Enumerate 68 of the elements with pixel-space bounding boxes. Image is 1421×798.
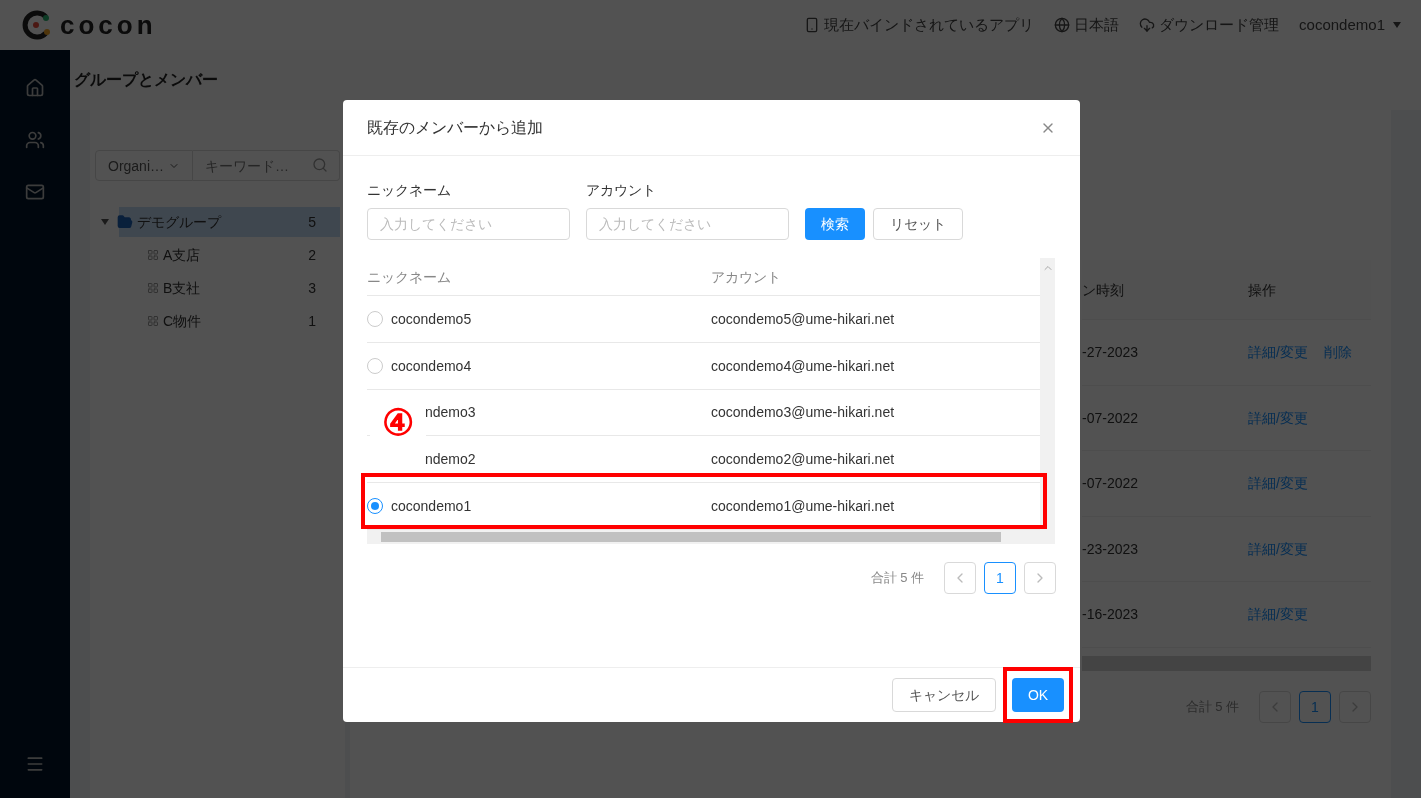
table-cell-text: cocondemo1 [391,497,472,517]
table-cell-text: ndemo2 [425,450,476,470]
header-link[interactable]: ダウンロード管理 [1139,13,1280,37]
cloud-download-icon [1139,17,1156,33]
ok-button[interactable]: OK [1012,678,1064,712]
previous-page-button[interactable] [944,562,976,594]
tree-count: 2 [308,246,316,265]
column-header: ン時刻 [1082,280,1125,300]
vertical-scrollbar[interactable] [1040,258,1055,530]
table-cell-text: cocondemo5 [391,309,472,329]
tree-label: デモグループ [137,213,223,232]
tree-label: C物件 [163,312,203,331]
table-cell-text: cocondemo2@ume-hikari.net [711,450,895,470]
table-cell-text: ndemo3 [425,403,476,423]
header-link[interactable]: 現在バインドされているアプリ [804,13,1035,37]
table-cell-text: -07-2022 [1082,408,1140,428]
grid-icon [147,315,159,327]
mail-icon[interactable] [25,182,45,202]
user-menu[interactable]: cocondemo1 [1299,13,1401,37]
tree-count: 1 [308,312,316,331]
table-cell-text: -23-2023 [1082,539,1140,559]
column-header: 操作 [1248,280,1276,300]
logo-text: cocon [60,8,157,42]
table-cell-text: -07-2022 [1082,474,1140,494]
header-link[interactable]: 日本語 [1054,13,1120,37]
grid-icon [147,282,159,294]
table-cell-text: cocondemo4@ume-hikari.net [711,356,895,376]
text-field[interactable]: 入力してください [586,208,789,240]
action-link[interactable]: 詳細/変更 [1248,407,1308,428]
text-field[interactable]: 入力してください [367,208,570,240]
table-cell-text: cocondemo1@ume-hikari.net [711,497,895,517]
tree-label: B支社 [163,279,202,298]
table-cell-text: -27-2023 [1082,343,1140,363]
next-page-button[interactable] [1024,562,1056,594]
tree-label: A支店 [163,246,202,265]
caret-icon[interactable] [101,219,109,225]
page-button[interactable]: 1 [984,562,1016,594]
page-button[interactable]: 1 [1299,690,1331,723]
users-icon[interactable] [25,130,45,150]
menu-icon[interactable] [25,754,45,774]
action-link[interactable]: 詳細/変更 [1248,473,1308,494]
table-cell-text: cocondemo5@ume-hikari.net [711,309,895,329]
tree-count: 3 [308,279,316,298]
globe-icon [1054,17,1071,33]
cancel-button[interactable]: キャンセル [892,678,996,712]
column-header: アカウント [711,267,781,287]
search-icon [312,157,328,173]
action-link[interactable]: 詳細/変更 [1248,538,1308,559]
search-button[interactable]: 検索 [805,208,865,240]
logo-icon [20,9,52,41]
tree-count: 5 [308,213,316,232]
column-header: ニックネーム [367,267,452,287]
table-cell-text: cocondemo3@ume-hikari.net [711,403,895,423]
page-title: グループとメンバー [74,70,218,90]
action-link[interactable]: 削除 [1323,342,1352,363]
caret-icon [1393,22,1401,28]
folder-icon [117,214,133,230]
home-icon[interactable] [25,78,45,98]
dialog-title: 既存のメンバーから追加 [367,117,543,138]
total-count: 合計 5 件 [870,569,924,588]
grid-icon [147,249,159,261]
reset-button[interactable]: リセット [873,208,963,240]
action-link[interactable]: 詳細/変更 [1248,604,1308,625]
field-label: ニックネーム [367,181,452,200]
field-label: アカウント [586,181,657,200]
table-cell-text: -16-2023 [1082,605,1140,625]
table-cell-text: cocondemo4 [391,356,472,376]
action-link[interactable]: 詳細/変更 [1248,342,1308,363]
